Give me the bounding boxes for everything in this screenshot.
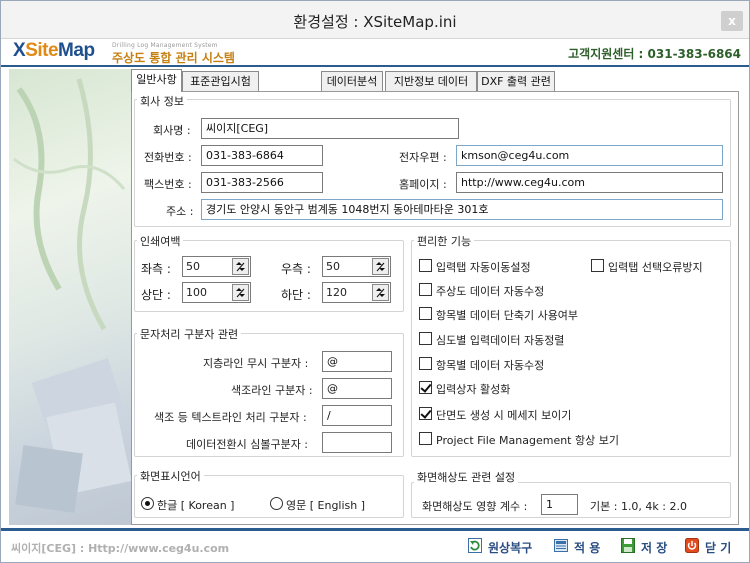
margin-right-spinner[interactable]: 50 [322,256,391,277]
spinner-arrows-icon[interactable] [372,284,389,301]
auto-tab-move-label: 입력탭 자동이동설정 [436,261,531,274]
log-auto-fix-label: 주상도 데이터 자동수정 [436,285,545,298]
resolution-factor-label: 화면해상도 영향 계수 : [422,500,528,513]
margin-right-label: 우측 : [281,262,311,276]
company-name-label: 회사명 : [153,124,191,137]
email-input[interactable]: kmson@ceg4u.com [456,145,723,166]
color-delimiter-input[interactable]: @ [322,378,392,399]
margin-left-label: 좌측 : [141,262,171,276]
item-auto-fix-checkbox[interactable] [419,357,432,370]
language-korean-label: 한글 [ Korean ] [157,499,235,512]
support-center: 고객지원센터 : 031-383-6864 [568,47,741,61]
text-delimiter-label: 색조 등 텍스트라인 처리 구분자 : [154,411,307,424]
print-margin-title: 인쇄여백 [137,233,184,249]
fax-label: 팩스번호 : [144,178,192,191]
margin-top-label: 상단 : [141,288,171,302]
apply-icon [554,539,568,552]
spinner-arrows-icon[interactable] [232,258,249,275]
shortcut-usage-label: 항목별 데이터 단축기 사용여부 [436,309,579,322]
phone-input[interactable]: 031-383-6864 [201,145,323,166]
address-label: 주소 : [166,205,194,218]
settings-window: 환경설정 : XSiteMap.ini x XSiteMap Drilling … [0,0,750,563]
power-icon [685,538,699,553]
project-file-always-checkbox[interactable] [419,432,432,445]
app-logo: XSiteMap [13,40,95,61]
restore-icon [468,538,482,553]
auto-tab-move-checkbox[interactable] [419,259,432,272]
app-tagline: Drilling Log Management System [112,42,218,49]
window-title: 환경설정 : XSiteMap.ini [293,13,457,31]
side-decoration-image [9,69,131,525]
log-auto-fix-checkbox[interactable] [419,283,432,296]
input-box-active-checkbox[interactable] [419,381,432,394]
tab-spt[interactable]: 표준관입시험 [182,71,259,92]
item-auto-fix-label: 항목별 데이터 자동수정 [436,359,545,372]
symbol-delimiter-label: 데이터전환시 심볼구분자 : [186,438,309,451]
input-box-active-label: 입력상자 활성화 [436,383,511,396]
delimiter-title: 문자처리 구분자 관련 [137,326,242,342]
margin-bottom-spinner[interactable]: 120 [322,282,391,303]
address-input[interactable]: 경기도 안양시 동안구 범계동 1048번지 동아테마타운 301호 [201,199,723,220]
margin-top-spinner[interactable]: 100 [182,282,251,303]
section-message-checkbox[interactable] [419,407,432,420]
language-english-label: 영문 [ English ] [286,499,366,512]
tab-data-analysis[interactable]: 데이터분석 [321,71,383,92]
language-english-radio[interactable] [270,497,283,510]
footer-bar: 씨이지[CEG] : Http://www.ceg4u.com 원상복구 적 용… [1,528,749,562]
strata-delimiter-input[interactable]: @ [322,351,392,372]
tab-ground-info[interactable]: 지반정보 데이터 [385,71,477,92]
title-bar: 환경설정 : XSiteMap.ini x [1,1,749,39]
project-file-always-label: Project File Management 항상 보기 [436,434,619,447]
email-label: 전자우편 : [399,151,447,164]
spinner-arrows-icon[interactable] [232,284,249,301]
tab-select-guard-label: 입력탭 선택오류방지 [608,261,703,274]
fax-input[interactable]: 031-383-2566 [201,172,323,193]
text-delimiter-input[interactable]: / [322,405,392,426]
company-name-input[interactable]: 씨이지[CEG] [201,118,459,139]
phone-label: 전화번호 : [144,151,192,164]
window-close-button[interactable]: x [721,11,743,31]
shortcut-usage-checkbox[interactable] [419,307,432,320]
app-subtitle: 주상도 통합 관리 시스템 [112,51,235,65]
app-header: XSiteMap Drilling Log Management System … [1,39,749,67]
depth-auto-sort-label: 심도별 입력데이터 자동정렬 [436,334,565,347]
symbol-delimiter-input[interactable] [322,432,392,453]
tab-select-guard-checkbox[interactable] [591,259,604,272]
save-icon [621,538,635,553]
color-delimiter-label: 색조라인 구분자 : [231,384,313,397]
language-korean-radio[interactable] [141,497,154,510]
margin-left-spinner[interactable]: 50 [182,256,251,277]
company-info-title: 회사 정보 [137,93,187,109]
section-message-label: 단면도 생성 시 메세지 보이기 [436,409,572,422]
tab-general[interactable]: 일반사항 [131,69,182,92]
depth-auto-sort-checkbox[interactable] [419,332,432,345]
margin-bottom-label: 하단 : [281,288,311,302]
tab-dxf-output[interactable]: DXF 출력 관련 [477,71,555,92]
language-title: 화면표시언어 [137,468,204,484]
resolution-title: 화면해상도 관련 설정 [414,469,519,485]
resolution-factor-input[interactable]: 1 [541,494,578,515]
resolution-default-note: 기본 : 1.0, 4k : 2.0 [590,500,687,513]
features-title: 편리한 기능 [414,233,475,249]
spinner-arrows-icon[interactable] [372,258,389,275]
homepage-label: 홈페이지 : [399,178,447,191]
homepage-input[interactable]: http://www.ceg4u.com [456,172,723,193]
footer-company-link: 씨이지[CEG] : Http://www.ceg4u.com [11,542,230,555]
strata-delimiter-label: 지층라인 무시 구분자 : [203,357,309,370]
